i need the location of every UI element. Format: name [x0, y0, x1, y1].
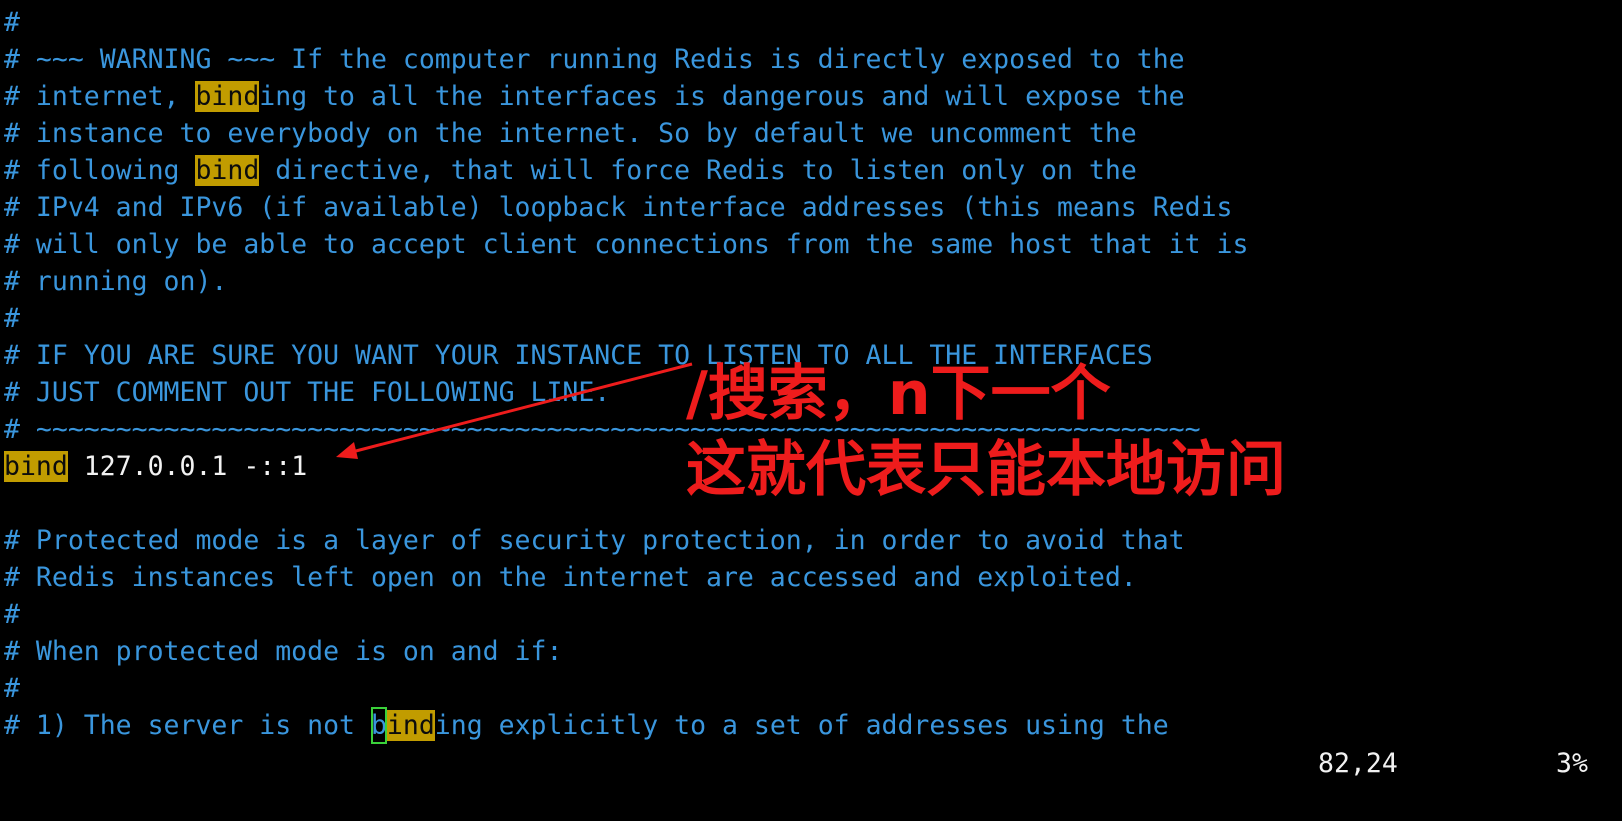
editor-line[interactable]: # Protected mode is a layer of security … — [4, 522, 1185, 559]
comment-text: # — [4, 599, 20, 630]
comment-text: # ~~~ WARNING ~~~ If the computer runnin… — [4, 44, 1185, 75]
editor-line[interactable]: # — [4, 596, 20, 633]
editor-line[interactable]: bind 127.0.0.1 -::1 — [4, 448, 307, 485]
cursor-position-indicator: 82,24 — [1318, 748, 1398, 779]
comment-text: # — [4, 673, 20, 704]
annotation-local-only-note: 这就代表只能本地访问 — [686, 435, 1286, 505]
comment-text: # — [4, 303, 20, 334]
comment-text: # will only be able to accept client con… — [4, 229, 1249, 260]
scroll-percent-indicator: 3% — [1556, 748, 1588, 779]
editor-line[interactable]: # — [4, 4, 20, 41]
editor-line[interactable]: # instance to everybody on the internet.… — [4, 115, 1137, 152]
comment-text: # Protected mode is a layer of security … — [4, 525, 1185, 556]
comment-text: # IPv4 and IPv6 (if available) loopback … — [4, 192, 1233, 223]
comment-text: # — [4, 7, 20, 38]
search-match-highlight: bind — [4, 451, 68, 482]
editor-line[interactable]: # will only be able to accept client con… — [4, 226, 1248, 263]
comment-text: # When protected mode is on and if: — [4, 636, 563, 667]
search-match-highlight: bind — [195, 155, 260, 186]
comment-text: # following — [4, 155, 196, 186]
comment-text: # JUST COMMENT OUT THE FOLLOWING LINE. — [4, 377, 611, 408]
comment-text: ing to all the interfaces is dangerous a… — [259, 81, 1185, 112]
editor-line[interactable]: # 1) The server is not binding explicitl… — [4, 707, 1169, 744]
search-match-highlight: ind — [386, 710, 435, 741]
editor-line[interactable]: # following bind directive, that will fo… — [4, 152, 1137, 189]
editor-line[interactable]: # internet, binding to all the interface… — [4, 78, 1185, 115]
comment-text: directive, that will force Redis to list… — [259, 155, 1137, 186]
editor-line[interactable]: # IPv4 and IPv6 (if available) loopback … — [4, 189, 1233, 226]
editor-line[interactable]: # — [4, 670, 20, 707]
annotation-search-hint: /搜索，n下一个 — [686, 359, 1111, 429]
editor-line[interactable]: # ~~~ WARNING ~~~ If the computer runnin… — [4, 41, 1185, 78]
editor-line[interactable]: # When protected mode is on and if: — [4, 633, 562, 670]
editor-line[interactable]: # — [4, 300, 20, 337]
editor-line[interactable]: # JUST COMMENT OUT THE FOLLOWING LINE. — [4, 374, 610, 411]
search-match-highlight: bind — [195, 81, 260, 112]
comment-text: # 1) The server is not — [4, 710, 371, 741]
comment-text: # running on). — [4, 266, 228, 297]
config-value-text: 127.0.0.1 -::1 — [67, 451, 308, 482]
comment-text: # Redis instances left open on the inter… — [4, 562, 1137, 593]
editor-line[interactable]: # running on). — [4, 263, 227, 300]
vim-editor[interactable]: # # ~~~ WARNING ~~~ If the computer runni… — [0, 0, 1622, 821]
comment-text: # instance to everybody on the internet.… — [4, 118, 1137, 149]
comment-text: ing explicitly to a set of addresses usi… — [434, 710, 1169, 741]
comment-text: # internet, — [4, 81, 196, 112]
editor-line[interactable]: # Redis instances left open on the inter… — [4, 559, 1137, 596]
text-cursor: b — [370, 707, 387, 744]
